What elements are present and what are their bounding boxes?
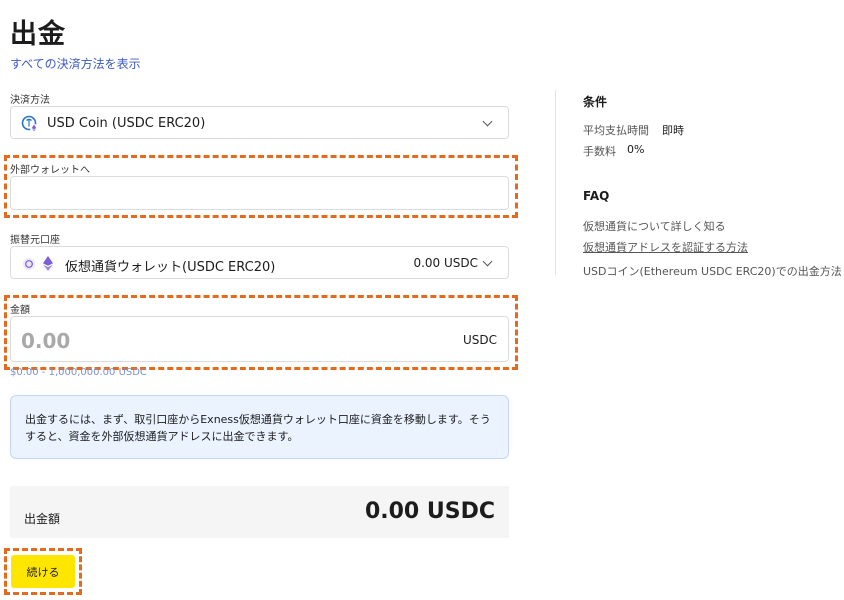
amount-input[interactable]: 0.00 USDC [10, 316, 509, 362]
usdc-coin-icon [21, 115, 38, 132]
source-account-balance: 0.00 USDC [413, 256, 478, 270]
faq-link-usdc-wrapper: USDコイン(Ethereum USDC ERC20)での出金方法 [583, 260, 844, 279]
source-account-value: 仮想通貨ウォレット(USDC ERC20) [65, 260, 276, 275]
amount-placeholder: 0.00 [21, 329, 71, 353]
summary-label: 出金額 [24, 512, 61, 526]
fee-value: 0% [627, 143, 645, 156]
payment-method-select[interactable]: USD Coin (USDC ERC20) [10, 106, 509, 139]
wallet-address-input[interactable] [10, 176, 509, 210]
chevron-down-icon [482, 256, 493, 267]
amount-range: $0.00 - 1,000,000.00 USDC [10, 367, 147, 378]
faq-link-usdc-withdraw[interactable]: USDコイン(Ethereum USDC ERC20)での出金方法 [583, 265, 842, 278]
faq-link-verify-address[interactable]: 仮想通貨アドレスを認証する方法 [583, 239, 748, 255]
summary-amount: 0.00 USDC [364, 499, 495, 524]
continue-button[interactable]: 続ける [11, 555, 75, 588]
page-title: 出金 [10, 19, 66, 50]
source-account-label: 振替元口座 [10, 235, 60, 246]
payment-method-value: USD Coin (USDC ERC20) [47, 116, 206, 131]
conditions-heading: 条件 [583, 95, 608, 109]
amount-currency: USDC [462, 333, 497, 347]
info-box: 出金するには、まず、取引口座からExness仮想通貨ウォレット口座に資金を移動し… [10, 395, 509, 459]
info-text: 出金するには、まず、取引口座からExness仮想通貨ウォレット口座に資金を移動し… [25, 413, 491, 443]
summary-panel: 出金額 0.00 USDC [10, 486, 509, 538]
chevron-down-icon [482, 116, 493, 127]
avg-time-label: 平均支払時間 [583, 124, 649, 137]
source-account-select[interactable]: 仮想通貨ウォレット(USDC ERC20) 0.00 USDC [10, 246, 509, 279]
vertical-divider [555, 90, 556, 275]
fee-label: 手数料 [583, 145, 616, 158]
faq-link-crypto[interactable]: 仮想通貨について詳しく知る [583, 218, 726, 234]
payment-method-label: 決済方法 [10, 95, 50, 106]
faq-heading: FAQ [583, 189, 610, 203]
wallet-label: 外部ウォレットへ [10, 165, 90, 176]
amount-label: 金額 [10, 305, 30, 316]
ethereum-icon [43, 256, 53, 271]
usdc-small-icon [23, 258, 35, 270]
avg-time-value: 即時 [662, 124, 684, 137]
all-methods-link[interactable]: すべての決済方法を表示 [10, 55, 141, 72]
